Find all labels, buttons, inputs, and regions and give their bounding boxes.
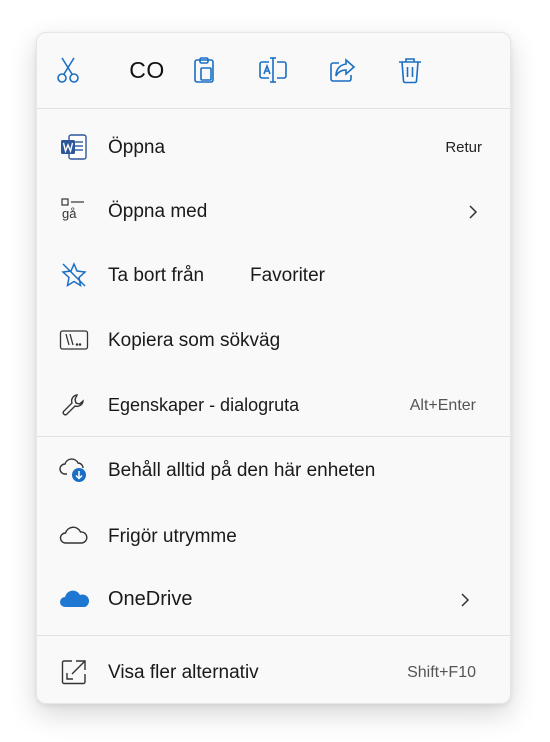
trash-icon <box>398 56 422 84</box>
menu-item-properties[interactable]: Egenskaper - dialogruta Alt+Enter <box>37 376 510 436</box>
context-menu: CO Öppna Retur gå Öppna med Ta bort från… <box>36 32 511 704</box>
share-button[interactable] <box>326 53 360 87</box>
chevron-right-icon <box>461 593 470 607</box>
menu-item-free-up-space[interactable]: Frigör utrymme <box>37 507 510 567</box>
copy-label: CO <box>129 56 165 83</box>
menu-item-label: Ta bort från <box>108 265 205 286</box>
wrench-icon <box>59 390 89 420</box>
onedrive-icon <box>59 584 89 614</box>
star-off-icon <box>59 260 89 290</box>
cloud-icon <box>59 521 89 551</box>
open-with-icon: gå <box>59 196 89 226</box>
chevron-right-icon <box>469 205 478 219</box>
clipboard-icon <box>192 56 216 84</box>
menu-item-remove-from-favorites[interactable]: Ta bort från Favoriter <box>37 246 510 306</box>
word-doc-icon <box>59 132 89 162</box>
menu-item-label: Öppna <box>108 137 166 158</box>
copy-button[interactable]: CO <box>125 53 169 87</box>
menu-item-label: Frigör utrymme <box>108 526 237 547</box>
menu-item-label-favorites: Favoriter <box>250 265 325 286</box>
menu-item-open-with[interactable]: gå Öppna med <box>37 182 510 242</box>
rename-button[interactable] <box>256 53 290 87</box>
shortcut-text: Shift+F10 <box>407 664 476 681</box>
menu-item-label: Visa fler alternativ <box>108 662 259 683</box>
separator <box>37 108 510 109</box>
menu-item-open[interactable]: Öppna Retur <box>37 118 510 178</box>
separator <box>37 436 510 437</box>
shortcut-text: Retur <box>445 139 482 156</box>
open-external-icon <box>59 657 89 687</box>
menu-item-onedrive[interactable]: OneDrive <box>37 570 510 630</box>
share-icon <box>329 57 357 83</box>
cut-button[interactable] <box>51 53 85 87</box>
menu-item-copy-as-path[interactable]: Kopiera som sökväg <box>37 311 510 371</box>
menu-item-label: Kopiera som sökväg <box>108 330 281 351</box>
shortcut-text: Alt+Enter <box>409 397 476 414</box>
paste-button[interactable] <box>187 53 221 87</box>
menu-item-show-more-options[interactable]: Visa fler alternativ Shift+F10 <box>37 643 510 703</box>
delete-button[interactable] <box>393 53 427 87</box>
rename-icon <box>259 57 287 83</box>
open-with-icon-text: gå <box>62 206 77 221</box>
menu-item-label: OneDrive <box>108 588 193 610</box>
menu-item-label: Behåll alltid på den här enheten <box>108 460 376 481</box>
cloud-download-icon <box>59 455 89 485</box>
menu-item-label: Öppna med <box>108 201 208 222</box>
separator <box>37 635 510 636</box>
context-toolbar: CO <box>37 33 510 108</box>
scissors-icon <box>55 56 81 84</box>
menu-item-label: Egenskaper - dialogruta <box>108 395 300 415</box>
copy-path-icon <box>59 325 89 355</box>
menu-item-always-keep[interactable]: Behåll alltid på den här enheten <box>37 441 510 501</box>
